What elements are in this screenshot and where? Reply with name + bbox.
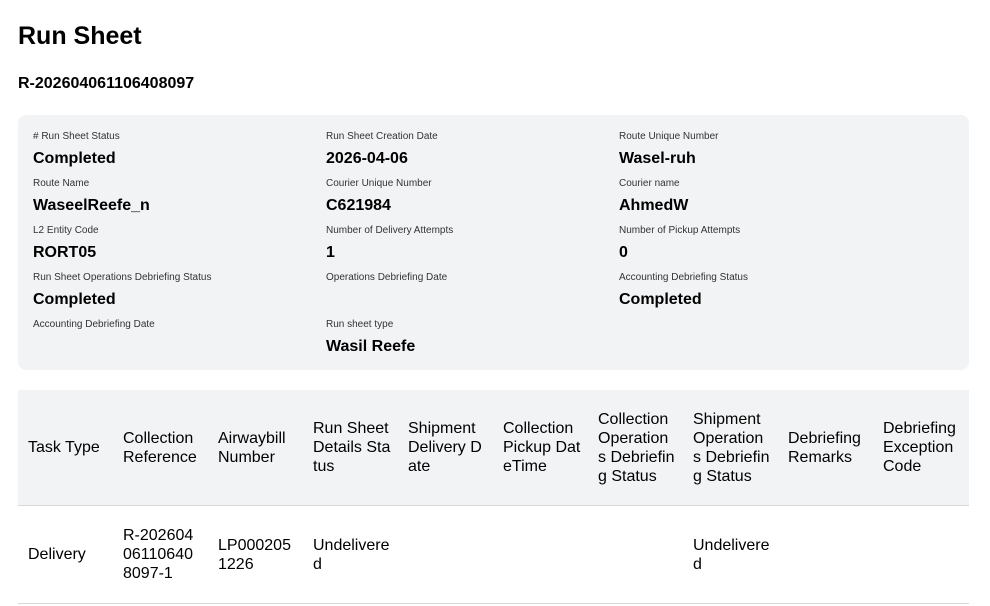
field-label: Number of Pickup Attempts — [619, 225, 741, 236]
column-header-collection-pickup-datetime: Collection Pickup DateTime — [493, 390, 588, 505]
table-cell: Delivery — [18, 506, 113, 603]
field-pickup-attempts: Number of Pickup Attempts 0 — [619, 225, 740, 263]
field-run-sheet-status: # Run Sheet Status Completed — [33, 131, 120, 169]
header-text: Run Sheet Details Status — [313, 420, 391, 475]
header-text: Collection Reference — [123, 429, 197, 466]
table-cell — [588, 506, 683, 603]
field-l2-entity-code: L2 Entity Code RORT05 — [33, 225, 99, 263]
table-cell: LP0002051226 — [208, 506, 303, 603]
field-value: 1 — [326, 244, 335, 261]
field-route-name: Route Name WaseelReefe_n — [33, 178, 150, 216]
field-ops-debriefing-date: Operations Debriefing Date — [326, 272, 447, 290]
field-courier-unique-number: Courier Unique Number C621984 — [326, 178, 432, 216]
header-text: Shipment Operations Debriefing Status — [693, 410, 770, 485]
field-value: RORT05 — [33, 244, 97, 261]
table-cell — [778, 506, 873, 603]
field-label: Run sheet type — [326, 319, 394, 330]
table-cell: Undelivered — [303, 506, 398, 603]
column-header-collection-ops-debriefing-status: Collection Operations Debriefing Status — [588, 390, 683, 505]
field-value: Completed — [619, 291, 702, 308]
table-cell — [873, 506, 969, 603]
field-label: Courier Unique Number — [326, 178, 432, 189]
field-label: Route Unique Number — [619, 131, 719, 142]
run-sheet-details-table: Task Type Collection Reference Airwaybil… — [18, 390, 969, 604]
table-row: Delivery R-202604061106408097-1 LP000205… — [18, 506, 969, 604]
field-value: Completed — [33, 150, 116, 167]
cell-text: Undelivered — [313, 536, 390, 573]
column-header-shipment-delivery-date: Shipment Delivery Date — [398, 390, 493, 505]
header-text: Airwaybill Number — [218, 429, 286, 466]
column-header-details-status: Run Sheet Details Status — [303, 390, 398, 505]
header-text: Collection Pickup DateTime — [503, 420, 581, 475]
cell-text: Undelivered — [693, 536, 770, 573]
field-ops-debriefing-status: Run Sheet Operations Debriefing Status C… — [33, 272, 211, 310]
field-label: Number of Delivery Attempts — [326, 225, 454, 236]
header-text: Debriefing Exception Code — [883, 420, 956, 475]
cell-text: LP0002051226 — [218, 536, 291, 573]
table-cell — [493, 506, 588, 603]
field-value: Completed — [33, 291, 116, 308]
field-value: 0 — [619, 244, 628, 261]
field-value: WaseelReefe_n — [33, 197, 150, 214]
field-label: Courier name — [619, 178, 680, 189]
run-sheet-id: R-202604061106408097 — [18, 75, 195, 92]
column-header-debriefing-exception-code: Debriefing Exception Code — [873, 390, 969, 505]
cell-text: Delivery — [28, 546, 86, 563]
field-label: Accounting Debriefing Status — [619, 272, 748, 283]
cell-text: R-202604061106408097-1 — [123, 527, 194, 582]
column-header-task-type: Task Type — [18, 390, 113, 505]
table-header-row: Task Type Collection Reference Airwaybil… — [18, 390, 969, 506]
field-accounting-debriefing-date: Accounting Debriefing Date — [33, 319, 155, 337]
field-label: Accounting Debriefing Date — [33, 319, 155, 330]
run-sheet-details-card: # Run Sheet Status Completed Run Sheet C… — [18, 115, 969, 370]
field-label: # Run Sheet Status — [33, 131, 120, 142]
field-delivery-attempts: Number of Delivery Attempts 1 — [326, 225, 453, 263]
field-route-unique-number: Route Unique Number Wasel-ruh — [619, 131, 719, 169]
field-value: 2026-04-06 — [326, 150, 408, 167]
field-label: Operations Debriefing Date — [326, 272, 448, 283]
field-value: C621984 — [326, 197, 391, 214]
field-courier-name: Courier name AhmedW — [619, 178, 688, 216]
column-header-debriefing-remarks: Debriefing Remarks — [778, 390, 873, 505]
table-cell: R-202604061106408097-1 — [113, 506, 208, 603]
header-text: Collection Operations Debriefing Status — [598, 410, 675, 485]
column-header-shipment-ops-debriefing-status: Shipment Operations Debriefing Status — [683, 390, 778, 505]
header-text: Shipment Delivery Date — [408, 420, 482, 475]
field-creation-date: Run Sheet Creation Date 2026-04-06 — [326, 131, 438, 169]
field-label: L2 Entity Code — [33, 225, 99, 236]
page-title: Run Sheet — [18, 22, 142, 50]
field-value: Wasel-ruh — [619, 150, 696, 167]
field-value: Wasil Reefe — [326, 338, 416, 355]
field-label: Run Sheet Creation Date — [326, 131, 438, 142]
table-cell — [398, 506, 493, 603]
table-cell: Undelivered — [683, 506, 778, 603]
field-run-sheet-type: Run sheet type Wasil Reefe — [326, 319, 415, 357]
column-header-airwaybill-number: Airwaybill Number — [208, 390, 303, 505]
field-label: Run Sheet Operations Debriefing Status — [33, 272, 212, 283]
header-text: Debriefing Remarks — [788, 429, 861, 466]
field-label: Route Name — [33, 178, 90, 189]
header-text: Task Type — [28, 439, 100, 456]
field-accounting-debriefing-status: Accounting Debriefing Status Completed — [619, 272, 748, 310]
field-value: AhmedW — [619, 197, 689, 214]
column-header-collection-reference: Collection Reference — [113, 390, 208, 505]
